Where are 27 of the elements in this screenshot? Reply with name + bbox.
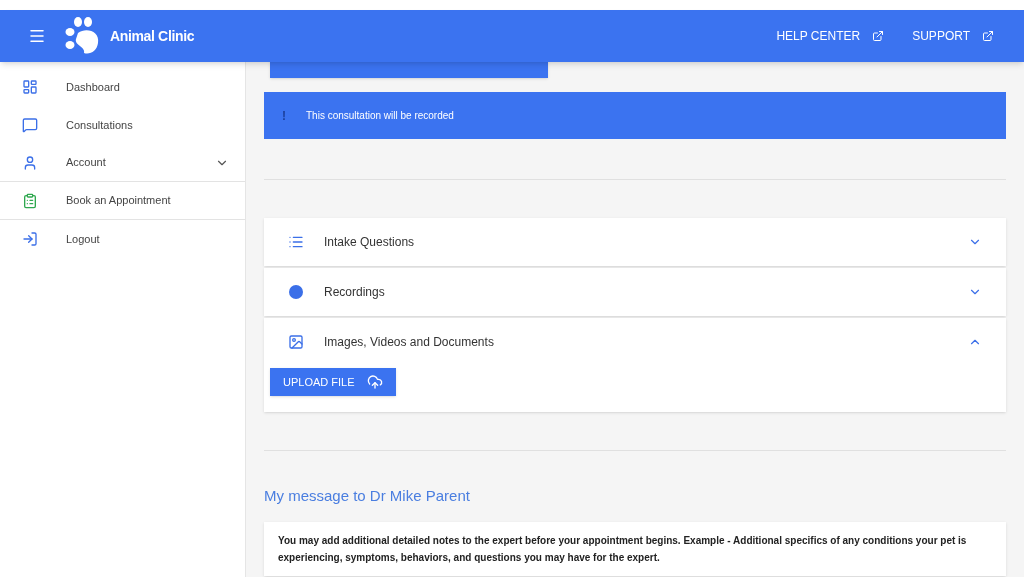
alert-icon: ! (282, 106, 286, 125)
list-icon (288, 234, 304, 250)
app-title: Animal Clinic (110, 26, 195, 46)
accordion-header[interactable]: Intake Questions (264, 218, 1006, 266)
notice-text: This consultation will be recorded (306, 109, 454, 123)
menu-icon[interactable] (28, 27, 46, 45)
logout-icon (22, 231, 38, 247)
dashboard-icon (22, 79, 38, 95)
message-instructions: You may add additional detailed notes to the expert before your appointment begins. Example - Additional specifics of any conditions your pet is experiencing, symptoms, behaviors, and questions you may have for the expert. (278, 533, 968, 565)
image-icon (288, 334, 304, 350)
header-link[interactable]: SUPPORT (912, 27, 994, 45)
upload-file-button[interactable]: UPLOAD FILE (270, 368, 396, 396)
section-heading: My message to Dr Mike Parent (264, 486, 471, 506)
external-link-icon (982, 30, 994, 42)
sidebar-item[interactable]: Consultations (0, 106, 245, 144)
cloud-upload-icon (366, 374, 383, 390)
external-link-icon (872, 30, 885, 42)
accordion-header[interactable]: Recordings (264, 268, 1006, 316)
sidebar-item[interactable]: Dashboard (0, 68, 245, 106)
clipboard-icon (22, 192, 38, 209)
accordion-header[interactable]: Images, Videos and Documents (264, 318, 1006, 366)
chat-icon (22, 117, 38, 133)
sidebar-item[interactable]: Account (0, 144, 245, 182)
sidebar-item[interactable]: Logout (0, 220, 245, 258)
person-icon (22, 154, 38, 171)
sidebar-item[interactable]: Book an Appointment (0, 182, 245, 220)
header-link[interactable]: HELP CENTER (776, 27, 885, 45)
